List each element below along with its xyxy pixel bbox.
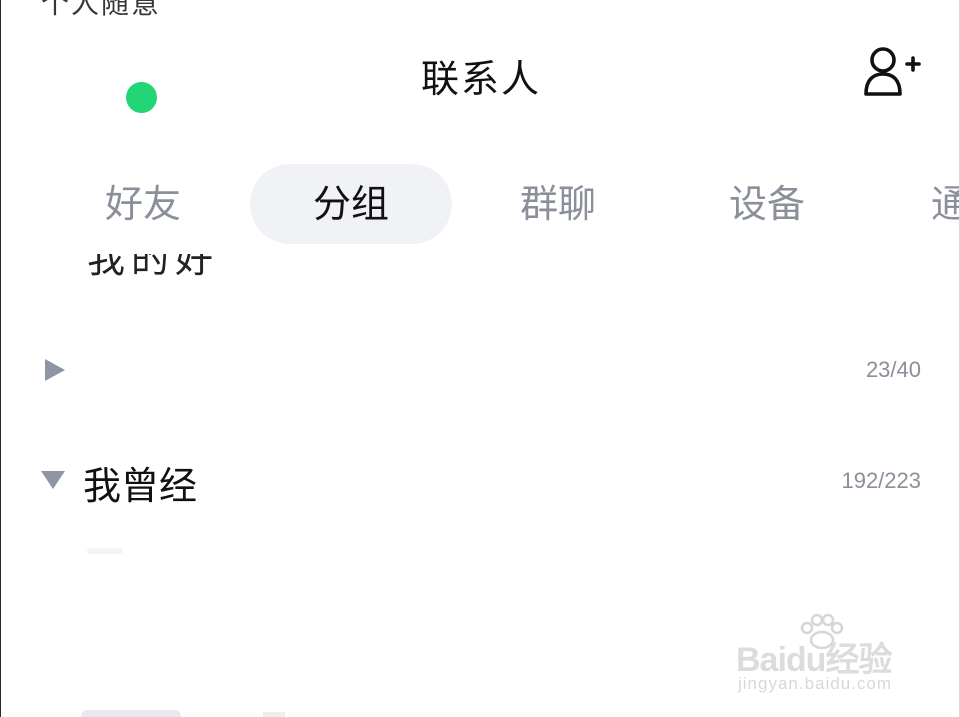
tab-address-book[interactable]: 通 <box>931 164 959 244</box>
baidu-watermark: Baidu经验 jingyan.baidu.com <box>736 612 916 702</box>
tab-devices[interactable]: 设备 <box>687 164 847 244</box>
avatar-placeholder <box>81 710 181 717</box>
expanded-arrow-icon <box>41 471 65 489</box>
group-online-count: 192/223 <box>841 468 921 493</box>
add-user-icon <box>864 47 921 96</box>
placeholder-line <box>87 548 123 554</box>
group-online-count: 23/40 <box>865 357 921 382</box>
tab-group-chats[interactable]: 群聊 <box>478 164 638 244</box>
scrolled-group-label: 我的好友 <box>87 254 220 276</box>
group-row[interactable]: 我曾经 192/223 <box>1 450 959 510</box>
contact-tabs: 好友 分组 群聊 设备 通 <box>1 164 959 246</box>
watermark-url: jingyan.baidu.com <box>738 674 893 693</box>
group-name: 我曾经 <box>83 464 198 508</box>
collapsed-arrow-icon <box>45 359 65 381</box>
add-contact-button[interactable] <box>861 44 923 100</box>
tab-friends[interactable]: 好友 <box>63 164 223 244</box>
contacts-screen: 个人随意 联系人 好友 分组 群聊 设备 通 我的好友 23/40 我曾经 19… <box>0 0 960 717</box>
page-title: 联系人 <box>420 57 541 101</box>
text-placeholder <box>263 712 285 717</box>
tab-groups[interactable]: 分组 <box>250 164 452 244</box>
group-row[interactable]: 23/40 <box>1 340 959 400</box>
status-bar-text: 个人随意 <box>41 0 162 20</box>
